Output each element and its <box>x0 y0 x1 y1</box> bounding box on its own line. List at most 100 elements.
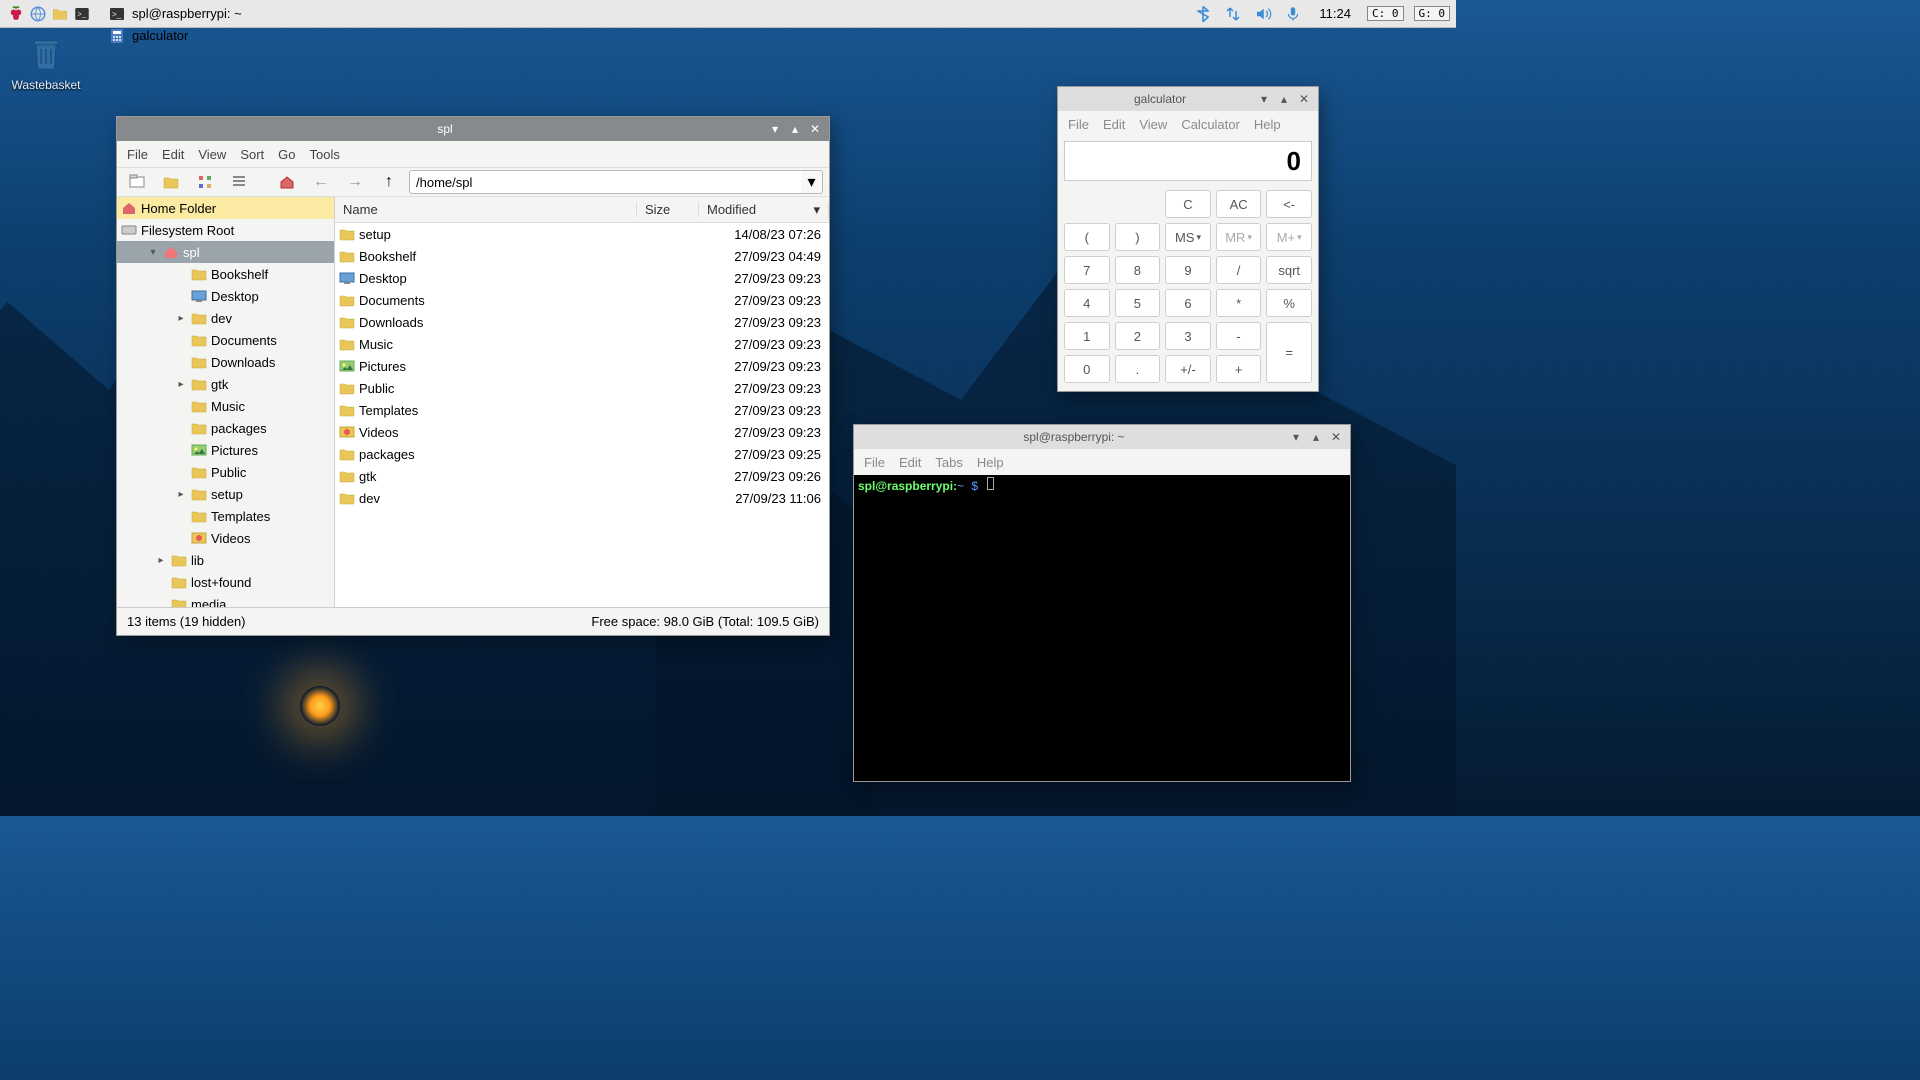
tree-downloads[interactable]: Downloads <box>117 351 334 373</box>
key-msspanclasscaretspan[interactable]: MS▾ <box>1165 223 1211 251</box>
terminal-launcher-icon[interactable]: >_ <box>72 4 92 24</box>
up-button[interactable]: ↑ <box>375 170 403 194</box>
close-icon[interactable]: ✕ <box>1296 91 1312 107</box>
tree-templates[interactable]: Templates <box>117 505 334 527</box>
network-icon[interactable] <box>1223 4 1243 24</box>
row-dev[interactable]: dev27/09/23 11:06 <box>335 487 829 509</box>
menu-edit[interactable]: Edit <box>899 455 921 470</box>
calc-titlebar[interactable]: galculator ▾ ▴ ✕ <box>1058 87 1318 111</box>
col-name[interactable]: Name <box>335 202 637 217</box>
row-templates[interactable]: Templates27/09/23 09:23 <box>335 399 829 421</box>
tree-lib[interactable]: ▸lib <box>117 549 334 571</box>
key-[interactable]: * <box>1216 289 1262 317</box>
key-4[interactable]: 4 <box>1064 289 1110 317</box>
key-[interactable]: + <box>1216 355 1262 383</box>
tree-bookshelf[interactable]: Bookshelf <box>117 263 334 285</box>
minimize-icon[interactable]: ▾ <box>1288 429 1304 445</box>
key-9[interactable]: 9 <box>1165 256 1211 284</box>
new-tab-button[interactable] <box>123 170 151 194</box>
tree-pictures[interactable]: Pictures <box>117 439 334 461</box>
fm-titlebar[interactable]: spl ▾ ▴ ✕ <box>117 117 829 141</box>
row-setup[interactable]: setup14/08/23 07:26 <box>335 223 829 245</box>
maximize-icon[interactable]: ▴ <box>1308 429 1324 445</box>
chevron-icon[interactable]: ▸ <box>175 489 187 500</box>
row-packages[interactable]: packages27/09/23 09:25 <box>335 443 829 465</box>
volume-icon[interactable] <box>1253 4 1273 24</box>
icon-view-button[interactable] <box>157 170 185 194</box>
key-3[interactable]: 3 <box>1165 322 1211 350</box>
minimize-icon[interactable]: ▾ <box>1256 91 1272 107</box>
wastebasket-icon[interactable]: Wastebasket <box>6 34 86 92</box>
clock[interactable]: 11:24 <box>1313 6 1357 21</box>
home-button[interactable] <box>273 170 301 194</box>
raspberry-menu-icon[interactable] <box>6 4 26 24</box>
gpu-monitor[interactable]: G: 0 <box>1414 6 1451 21</box>
row-public[interactable]: Public27/09/23 09:23 <box>335 377 829 399</box>
minimize-icon[interactable]: ▾ <box>767 121 783 137</box>
tree-lost+found[interactable]: lost+found <box>117 571 334 593</box>
row-downloads[interactable]: Downloads27/09/23 09:23 <box>335 311 829 333</box>
key-1[interactable]: 1 <box>1064 322 1110 350</box>
key-c[interactable]: C <box>1165 190 1211 218</box>
key-[interactable]: <- <box>1266 190 1312 218</box>
bluetooth-icon[interactable] <box>1193 4 1213 24</box>
menu-tabs[interactable]: Tabs <box>935 455 962 470</box>
key-0[interactable]: 0 <box>1064 355 1110 383</box>
tree-documents[interactable]: Documents <box>117 329 334 351</box>
taskbar-spl-raspberrypi-[interactable]: >_spl@raspberrypi: ~ <box>98 3 252 25</box>
key-[interactable]: / <box>1216 256 1262 284</box>
row-pictures[interactable]: Pictures27/09/23 09:23 <box>335 355 829 377</box>
key-2[interactable]: 2 <box>1115 322 1161 350</box>
cpu-monitor[interactable]: C: 0 <box>1367 6 1404 21</box>
close-icon[interactable]: ✕ <box>1328 429 1344 445</box>
sidebar-filesystem-root[interactable]: Filesystem Root <box>117 219 334 241</box>
menu-help[interactable]: Help <box>1254 117 1281 132</box>
row-desktop[interactable]: Desktop27/09/23 09:23 <box>335 267 829 289</box>
menu-sort[interactable]: Sort <box>240 147 264 162</box>
key-6[interactable]: 6 <box>1165 289 1211 317</box>
tree-setup[interactable]: ▸setup <box>117 483 334 505</box>
maximize-icon[interactable]: ▴ <box>1276 91 1292 107</box>
menu-calculator[interactable]: Calculator <box>1181 117 1240 132</box>
path-input[interactable] <box>409 170 804 194</box>
key-[interactable]: +/- <box>1165 355 1211 383</box>
key-[interactable]: % <box>1266 289 1312 317</box>
row-videos[interactable]: Videos27/09/23 09:23 <box>335 421 829 443</box>
key-sqrt[interactable]: sqrt <box>1266 256 1312 284</box>
col-modified[interactable]: Modified ▾ <box>699 202 829 218</box>
key-mrspanclasscaretspan[interactable]: MR▾ <box>1216 223 1262 251</box>
key-5[interactable]: 5 <box>1115 289 1161 317</box>
menu-edit[interactable]: Edit <box>162 147 184 162</box>
menu-tools[interactable]: Tools <box>310 147 340 162</box>
forward-button[interactable]: → <box>341 170 369 194</box>
menu-file[interactable]: File <box>864 455 885 470</box>
tree-media[interactable]: media <box>117 593 334 607</box>
key-8[interactable]: 8 <box>1115 256 1161 284</box>
sidebar-spl[interactable]: ▾ spl <box>117 241 334 263</box>
path-history-button[interactable]: ▾ <box>801 170 823 194</box>
web-browser-icon[interactable] <box>28 4 48 24</box>
key-7[interactable]: 7 <box>1064 256 1110 284</box>
tree-dev[interactable]: ▸dev <box>117 307 334 329</box>
close-icon[interactable]: ✕ <box>807 121 823 137</box>
chevron-icon[interactable]: ▸ <box>175 313 187 324</box>
terminal-area[interactable]: spl@raspberrypi:~ $ <box>854 475 1350 781</box>
taskbar-galculator[interactable]: galculator <box>98 25 252 47</box>
menu-file[interactable]: File <box>1068 117 1089 132</box>
chevron-down-icon[interactable]: ▾ <box>147 247 159 258</box>
menu-view[interactable]: View <box>1139 117 1167 132</box>
tree-videos[interactable]: Videos <box>117 527 334 549</box>
tree-packages[interactable]: packages <box>117 417 334 439</box>
microphone-icon[interactable] <box>1283 4 1303 24</box>
maximize-icon[interactable]: ▴ <box>787 121 803 137</box>
chevron-icon[interactable]: ▸ <box>155 555 167 566</box>
chevron-icon[interactable]: ▸ <box>175 379 187 390</box>
back-button[interactable]: ← <box>307 170 335 194</box>
row-documents[interactable]: Documents27/09/23 09:23 <box>335 289 829 311</box>
term-titlebar[interactable]: spl@raspberrypi: ~ ▾ ▴ ✕ <box>854 425 1350 449</box>
key-[interactable]: ) <box>1115 223 1161 251</box>
key-ac[interactable]: AC <box>1216 190 1262 218</box>
file-manager-icon[interactable] <box>50 4 70 24</box>
menu-help[interactable]: Help <box>977 455 1004 470</box>
key-[interactable]: . <box>1115 355 1161 383</box>
